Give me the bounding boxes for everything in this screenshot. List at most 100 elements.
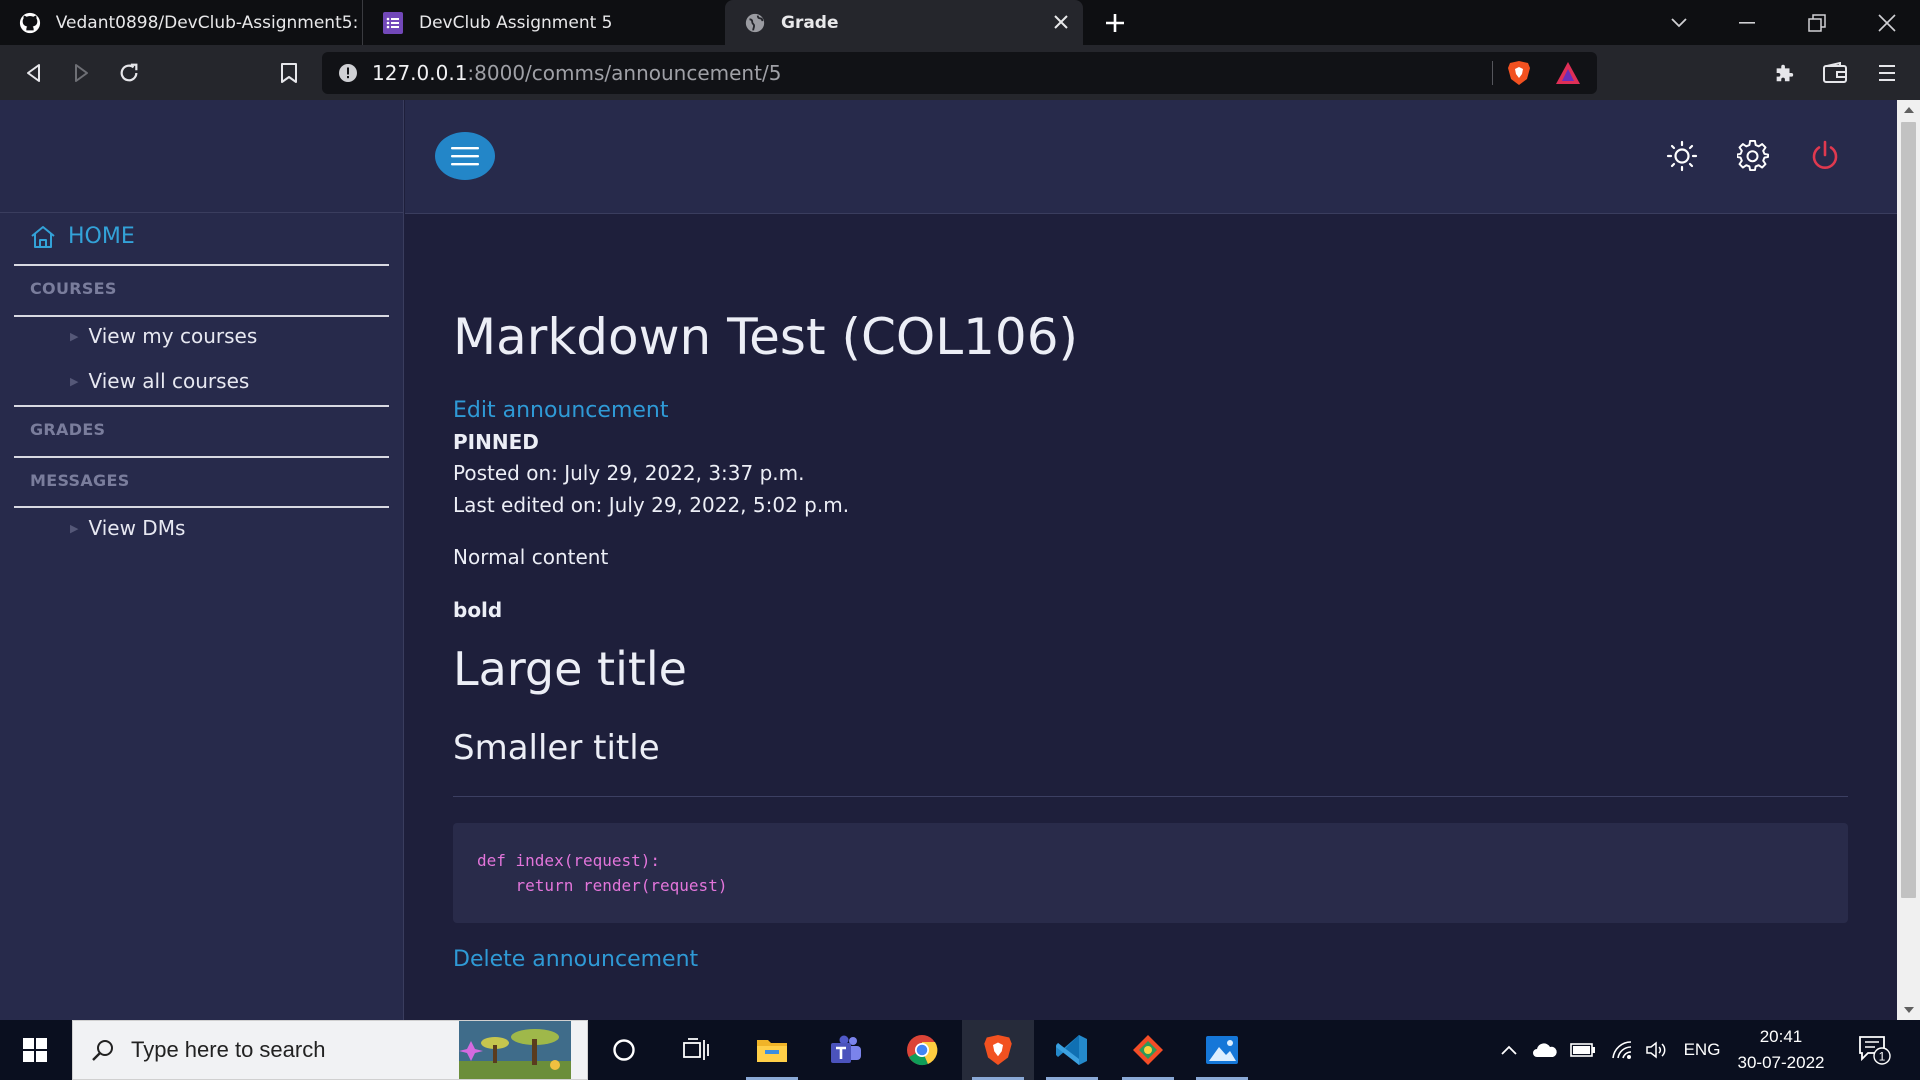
sidebar-header [0, 100, 403, 213]
onedrive-cloud-icon[interactable] [1528, 1020, 1562, 1080]
clock-time: 20:41 [1759, 1027, 1803, 1046]
theme-toggle-sun-icon[interactable] [1664, 138, 1700, 174]
git-kraken-icon[interactable] [1112, 1020, 1184, 1080]
scrollbar-thumb[interactable] [1901, 122, 1916, 898]
tab-grade[interactable]: Grade [725, 0, 1083, 45]
url-host: 127.0.0.1 [372, 61, 468, 85]
task-view-icon[interactable] [660, 1020, 732, 1080]
body-bold-text: bold [453, 598, 503, 622]
code-block: def index(request): return render(reques… [453, 823, 1848, 923]
nav-heading-courses: COURSES [30, 279, 117, 298]
nav-link-label: View my courses [88, 324, 258, 348]
wallet-icon[interactable] [1818, 56, 1852, 90]
nav-link-label: View DMs [88, 516, 186, 540]
sidebar: HOME COURSES ▶ View my courses ▶ View al… [0, 100, 404, 1020]
github-icon [18, 11, 42, 35]
url-path: :8000/comms/announcement/5 [467, 61, 782, 85]
scroll-up-arrow-icon[interactable] [1897, 100, 1920, 120]
photos-icon[interactable] [1186, 1020, 1258, 1080]
tab-search-chevron-icon[interactable] [1650, 0, 1708, 45]
nav-home-label: HOME [68, 224, 135, 249]
window-close-icon[interactable] [1858, 0, 1916, 45]
taskbar-search-box[interactable]: Type here to search [72, 1020, 588, 1080]
brave-rewards-icon[interactable] [1555, 61, 1581, 85]
vscode-icon[interactable] [1036, 1020, 1108, 1080]
system-clock[interactable]: 20:41 30-07-2022 [1728, 1020, 1834, 1080]
brave-shields-icon[interactable] [1507, 60, 1531, 86]
windows-taskbar: Type here to search ENG 20:41 30-07-2022… [0, 1020, 1920, 1080]
nav-view-all-courses[interactable]: ▶ View all courses [70, 369, 249, 393]
url-text: 127.0.0.1:8000/comms/announcement/5 [372, 61, 781, 85]
forms-icon [381, 11, 405, 35]
brave-browser-icon[interactable] [962, 1020, 1034, 1080]
caret-right-icon: ▶ [70, 329, 79, 343]
browser-tab-strip: Vedant0898/DevClub-Assignment5: Ba DevCl… [0, 0, 1920, 45]
tab-devclub-assignment[interactable]: DevClub Assignment 5 [362, 0, 724, 45]
cortana-icon[interactable] [588, 1020, 660, 1080]
clock-date: 30-07-2022 [1737, 1053, 1825, 1072]
notification-count: 1 [1879, 1050, 1886, 1064]
reload-icon[interactable] [112, 56, 146, 90]
bookmark-icon[interactable] [272, 56, 306, 90]
action-center-icon[interactable]: 1 [1848, 1020, 1902, 1080]
search-highlight-illustration-icon [459, 1021, 571, 1079]
globe-icon [743, 11, 767, 35]
battery-icon[interactable] [1566, 1020, 1600, 1080]
wifi-icon[interactable] [1604, 1020, 1638, 1080]
tab-github[interactable]: Vedant0898/DevClub-Assignment5: Ba [0, 0, 362, 45]
address-bar[interactable]: 127.0.0.1:8000/comms/announcement/5 [322, 52, 1597, 94]
delete-announcement-link[interactable]: Delete announcement [453, 947, 698, 972]
home-icon [30, 225, 56, 249]
body-large-heading: Large title [453, 642, 687, 696]
nav-home[interactable]: HOME [30, 224, 135, 249]
hamburger-menu-button[interactable] [435, 132, 495, 180]
nav-divider [14, 264, 389, 266]
hamburger-icon [451, 145, 479, 167]
search-placeholder: Type here to search [131, 1037, 326, 1062]
announcement-title: Markdown Test (COL106) [453, 308, 1079, 366]
language-indicator[interactable]: ENG [1680, 1020, 1724, 1080]
volume-icon[interactable] [1640, 1020, 1674, 1080]
forward-icon[interactable] [64, 56, 98, 90]
address-bar-divider [1492, 61, 1493, 85]
caret-right-icon: ▶ [70, 521, 79, 535]
tab-title: Grade [781, 12, 839, 33]
scroll-down-arrow-icon[interactable] [1897, 1000, 1920, 1020]
nav-view-dms[interactable]: ▶ View DMs [70, 516, 185, 540]
power-logout-icon[interactable] [1807, 138, 1843, 174]
chrome-icon[interactable] [886, 1020, 958, 1080]
close-icon[interactable] [1051, 12, 1071, 32]
site-info-icon[interactable] [338, 63, 358, 83]
file-explorer-icon[interactable] [736, 1020, 808, 1080]
search-icon [91, 1038, 115, 1062]
windows-start-icon[interactable] [0, 1020, 70, 1080]
extensions-puzzle-icon[interactable] [1767, 56, 1801, 90]
nav-heading-grades[interactable]: GRADES [30, 420, 105, 439]
teams-icon[interactable] [810, 1020, 882, 1080]
horizontal-rule [453, 796, 1848, 797]
restore-icon[interactable] [1788, 0, 1846, 45]
new-tab-plus-icon[interactable] [1100, 8, 1130, 38]
browser-toolbar: 127.0.0.1:8000/comms/announcement/5 [0, 45, 1920, 100]
vertical-scrollbar[interactable] [1897, 100, 1920, 1020]
nav-view-my-courses[interactable]: ▶ View my courses [70, 324, 257, 348]
show-hidden-icons-chevron-icon[interactable] [1494, 1020, 1524, 1080]
body-paragraph: Normal content [453, 545, 609, 569]
page-viewport: HOME COURSES ▶ View my courses ▶ View al… [0, 100, 1920, 1020]
back-icon[interactable] [17, 56, 51, 90]
tab-title: Vedant0898/DevClub-Assignment5: Ba [55, 12, 362, 33]
browser-menu-icon[interactable] [1870, 56, 1904, 90]
last-edited-text: Last edited on: July 29, 2022, 5:02 p.m. [453, 493, 850, 517]
nav-divider [14, 506, 389, 508]
nav-link-label: View all courses [88, 369, 250, 393]
caret-right-icon: ▶ [70, 374, 79, 388]
nav-heading-messages: MESSAGES [30, 471, 130, 490]
nav-divider [14, 405, 389, 407]
minimize-icon[interactable] [1718, 0, 1776, 45]
pinned-badge: PINNED [453, 430, 539, 454]
settings-gear-icon[interactable] [1735, 138, 1771, 174]
app-topbar [405, 100, 1897, 214]
nav-divider [14, 456, 389, 458]
body-smaller-heading: Smaller title [453, 728, 660, 768]
edit-announcement-link[interactable]: Edit announcement [453, 398, 668, 423]
